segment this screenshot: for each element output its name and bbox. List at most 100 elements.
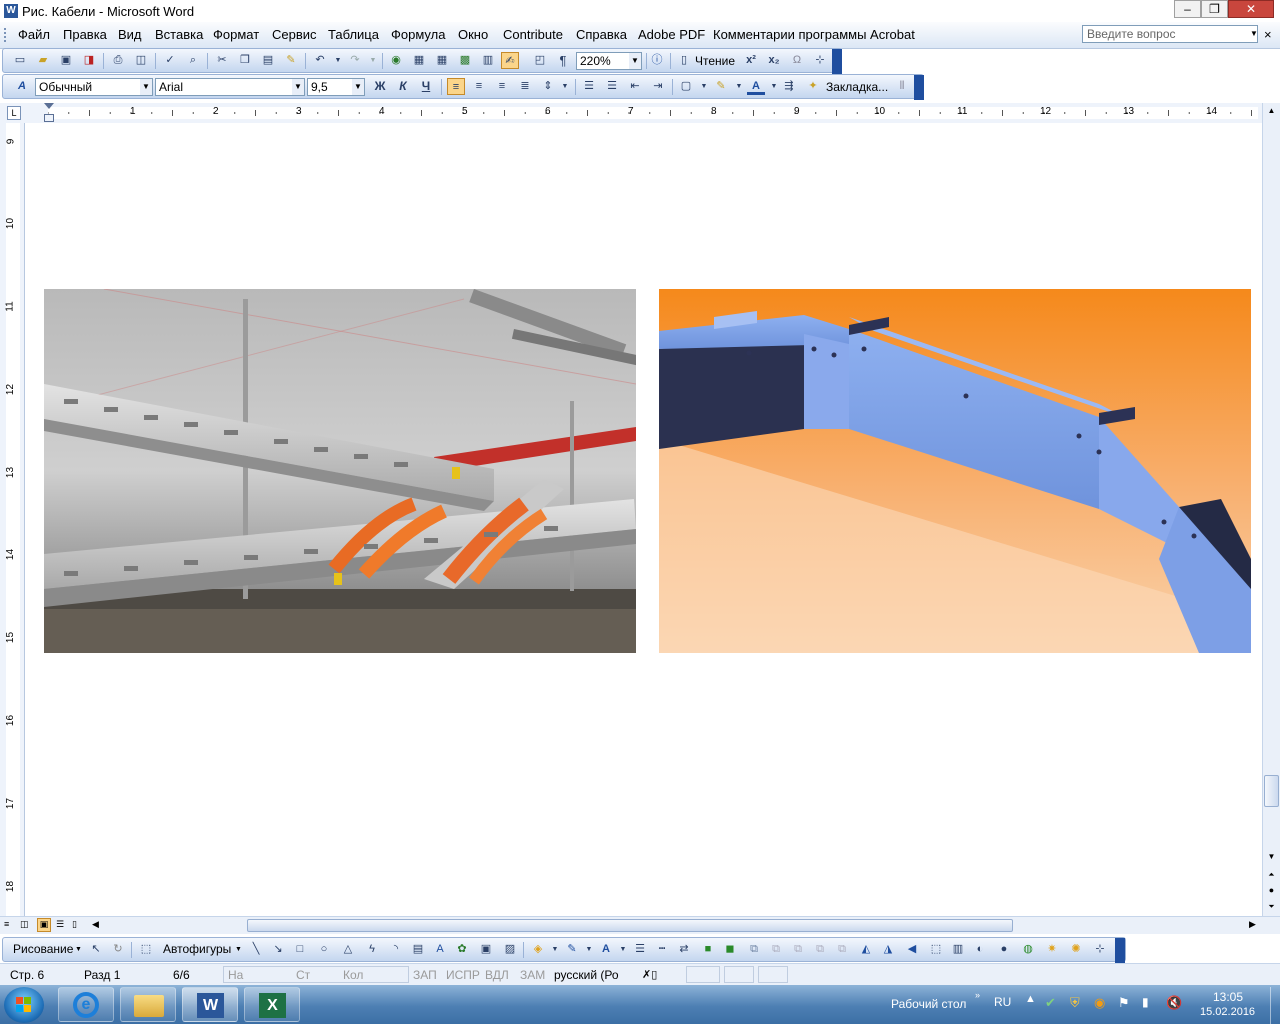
- status-section[interactable]: Разд 1: [84, 968, 120, 982]
- distribute-icon[interactable]: ⧉: [811, 941, 829, 958]
- cable-duct-render[interactable]: [659, 289, 1251, 653]
- select-browse-object-icon[interactable]: ●: [1264, 883, 1279, 898]
- hyperlink-icon[interactable]: ◉: [387, 52, 405, 69]
- dash-style-icon[interactable]: ┅: [653, 941, 671, 958]
- vertical-scrollbar[interactable]: ▲ ▼ ⏶ ● ⏷: [1262, 103, 1280, 916]
- help-dropdown-arrow[interactable]: ▼: [1250, 29, 1258, 38]
- align-left-icon[interactable]: ≡: [447, 78, 465, 95]
- decrease-indent-icon[interactable]: ⇤: [626, 78, 644, 95]
- align-objects-icon[interactable]: ⧉: [789, 941, 807, 958]
- borders-icon[interactable]: ▢: [677, 78, 695, 95]
- paste-icon[interactable]: ▤: [259, 52, 277, 69]
- menu-file[interactable]: Файл: [18, 27, 50, 42]
- flip-vertical-icon[interactable]: ◮: [879, 941, 897, 958]
- superscript-icon[interactable]: x²: [742, 52, 760, 69]
- select-objects-icon[interactable]: ↖: [87, 941, 105, 958]
- previous-page-icon[interactable]: ⏶: [1264, 867, 1279, 882]
- scroll-left-icon[interactable]: ◀: [92, 919, 99, 930]
- text-direction-icon[interactable]: ⇶: [780, 78, 798, 95]
- autoshapes-menu-button[interactable]: Автофигуры: [163, 942, 231, 956]
- order-icon[interactable]: ⧉: [767, 941, 785, 958]
- menu-window[interactable]: Окно: [458, 27, 488, 42]
- spelling-icon[interactable]: ✓: [161, 52, 179, 69]
- flip-horizontal-icon[interactable]: ◭: [857, 941, 875, 958]
- arrow-style-icon[interactable]: ⇄: [675, 941, 693, 958]
- help-question-input[interactable]: Введите вопрос: [1082, 25, 1258, 43]
- open-folder-icon[interactable]: ▰: [34, 52, 52, 69]
- research-icon[interactable]: ⌕: [184, 52, 202, 69]
- styles-pane-icon[interactable]: A: [13, 78, 31, 95]
- menu-table[interactable]: Таблица: [328, 27, 379, 42]
- textbox-icon[interactable]: ▤: [409, 941, 427, 958]
- menu-contribute[interactable]: Contribute: [503, 27, 563, 42]
- save-icon[interactable]: ▣: [57, 52, 75, 69]
- insert-excel-icon[interactable]: ▩: [456, 52, 474, 69]
- toolbar-add-icon[interactable]: ⊹: [1091, 941, 1109, 958]
- canvas-icon[interactable]: ⬚: [137, 941, 155, 958]
- numbering-icon[interactable]: ☰: [580, 78, 598, 95]
- tray-antivirus-icon[interactable]: ◉: [1094, 995, 1105, 1011]
- line-spacing-dropdown-icon[interactable]: ▼: [556, 78, 574, 95]
- menu-insert[interactable]: Вставка: [155, 27, 203, 42]
- menu-edit[interactable]: Правка: [63, 27, 107, 42]
- reading-view-icon[interactable]: ▯: [72, 919, 84, 931]
- taskbar-explorer[interactable]: [120, 987, 176, 1022]
- spelling-status-icon[interactable]: ✗▯: [642, 968, 657, 981]
- taskbar-excel[interactable]: X: [244, 987, 300, 1022]
- bookmark-button[interactable]: Закладка...: [826, 80, 888, 94]
- font-combo[interactable]: Arial ▼: [155, 78, 305, 96]
- contrast-icon[interactable]: ◐: [971, 941, 989, 958]
- drawing-icon[interactable]: ✍: [501, 52, 519, 69]
- line-style-icon[interactable]: ☰: [631, 941, 649, 958]
- menu-view[interactable]: Вид: [118, 27, 142, 42]
- cut-icon[interactable]: ✂: [213, 52, 231, 69]
- status-page[interactable]: Стр. 6: [10, 968, 44, 982]
- cable-tray-photo[interactable]: [44, 289, 636, 653]
- tray-network-icon[interactable]: ▮: [1142, 995, 1149, 1009]
- tray-flag-icon[interactable]: ⚑: [1118, 995, 1130, 1011]
- sparkle-icon[interactable]: ✺: [1067, 941, 1085, 958]
- scroll-down-icon[interactable]: ▼: [1264, 849, 1279, 864]
- chevron-down-icon[interactable]: ▼: [140, 79, 152, 95]
- language-indicator[interactable]: RU: [994, 995, 1011, 1009]
- chevron-down-icon[interactable]: ▼: [75, 946, 82, 953]
- menu-grip[interactable]: [4, 28, 9, 42]
- status-overtype[interactable]: ЗАМ: [520, 968, 545, 982]
- scroll-right-icon[interactable]: ▶: [1249, 919, 1256, 930]
- font-size-combo[interactable]: 9,5 ▼: [307, 78, 365, 96]
- desktop-toolbar-label[interactable]: Рабочий стол: [891, 997, 966, 1011]
- redo-icon[interactable]: ↷: [346, 52, 364, 69]
- diagram-icon[interactable]: ✿: [453, 941, 471, 958]
- highlight-icon[interactable]: ✎: [712, 78, 730, 95]
- line-tool-icon[interactable]: ╲: [247, 941, 265, 958]
- clipart-icon[interactable]: ▣: [477, 941, 495, 958]
- tab-selector[interactable]: L: [7, 106, 21, 120]
- reading-mode-icon[interactable]: ▯: [675, 52, 693, 69]
- chevron-down-icon[interactable]: ▼: [235, 946, 242, 953]
- normal-view-icon[interactable]: ≡: [4, 919, 16, 931]
- chevron-down-icon[interactable]: ▼: [580, 941, 598, 958]
- menu-tools[interactable]: Сервис: [272, 27, 317, 42]
- redo-dropdown-icon[interactable]: ▼: [364, 52, 382, 69]
- increase-indent-icon[interactable]: ⇥: [649, 78, 667, 95]
- pdf-icon[interactable]: ◨: [80, 52, 98, 69]
- undo-icon[interactable]: ↶: [311, 52, 329, 69]
- tray-volume-icon[interactable]: 🔇: [1166, 995, 1182, 1011]
- shadow-icon[interactable]: ■: [699, 941, 717, 958]
- start-button[interactable]: [4, 987, 44, 1023]
- text-wrap-icon[interactable]: ▥: [949, 941, 967, 958]
- menu-formula[interactable]: Формула: [391, 27, 445, 42]
- arrow-tool-icon[interactable]: ↘: [269, 941, 287, 958]
- zoom-combo[interactable]: 220% ▼: [576, 52, 642, 70]
- show-desktop-button[interactable]: [1270, 987, 1280, 1024]
- subscript-icon[interactable]: x₂: [765, 52, 783, 69]
- help-icon[interactable]: ⓘ: [648, 52, 666, 69]
- 3d-icon[interactable]: ◼: [721, 941, 739, 958]
- triangle-tool-icon[interactable]: △: [339, 941, 357, 958]
- menu-adobe-pdf[interactable]: Adobe PDF: [638, 27, 705, 42]
- menu-acrobat-comments[interactable]: Комментарии программы Acrobat: [713, 27, 915, 42]
- fill-color-icon[interactable]: ◈: [529, 941, 547, 958]
- shine-icon[interactable]: ✷: [1043, 941, 1061, 958]
- draw-menu-button[interactable]: Рисование: [13, 942, 73, 956]
- tray-security-icon[interactable]: ✔: [1045, 995, 1056, 1011]
